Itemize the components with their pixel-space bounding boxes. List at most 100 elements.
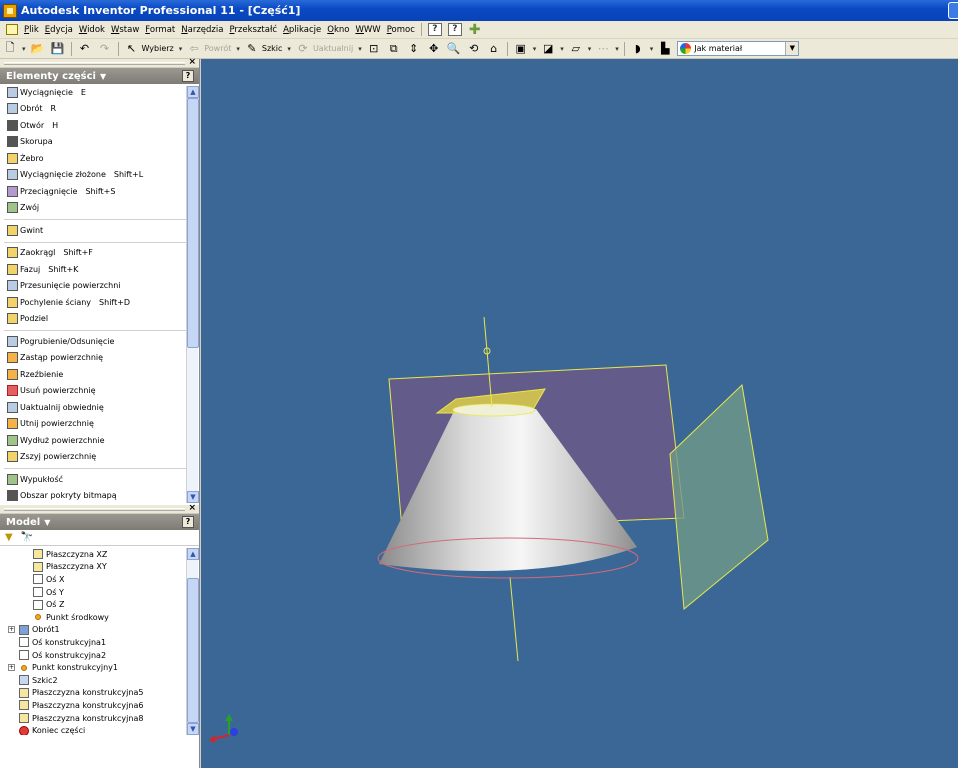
menu-pomoc[interactable]: Pomoc bbox=[384, 25, 418, 35]
shadow-icon[interactable]: ◪ bbox=[540, 41, 556, 57]
features-panel-header[interactable]: Elementy części ▼ ? bbox=[0, 68, 199, 84]
feature-extend-surface[interactable]: Wydłuż powierzchnie bbox=[0, 432, 199, 449]
feature-shell[interactable]: Skorupa bbox=[0, 134, 199, 151]
undo-icon[interactable]: ↶ bbox=[77, 41, 93, 57]
redo-icon[interactable]: ↷ bbox=[97, 41, 113, 57]
tree-node[interactable]: Oś Y bbox=[0, 586, 199, 599]
display-mode-icon[interactable]: ▣ bbox=[513, 41, 529, 57]
feature-thread[interactable]: Gwint bbox=[0, 222, 199, 239]
look-at-icon[interactable]: ⌂ bbox=[486, 41, 502, 57]
model-panel-header[interactable]: Model ▼ ? bbox=[0, 514, 199, 530]
tree-node[interactable]: + Obrót1 bbox=[0, 624, 199, 637]
tree-node[interactable]: Oś konstrukcyjna1 bbox=[0, 636, 199, 649]
scroll-up-icon[interactable]: ▲ bbox=[187, 86, 199, 98]
menu-edycja[interactable]: Edycja bbox=[42, 25, 76, 35]
feature-decal[interactable]: Wypukłość bbox=[0, 471, 199, 488]
menu-wstaw[interactable]: Wstaw bbox=[108, 25, 142, 35]
feature-sweep[interactable]: Przeciągnięcie Shift+S bbox=[0, 183, 199, 200]
feature-stitch[interactable]: Zszyj powierzchnię bbox=[0, 449, 199, 466]
close-icon[interactable]: × bbox=[188, 57, 196, 67]
update-dropdown-icon[interactable]: ▾ bbox=[358, 45, 362, 53]
select-icon[interactable]: ↖ bbox=[124, 41, 140, 57]
feature-emboss[interactable]: Rzeźbienie bbox=[0, 366, 199, 383]
chevron-down-icon[interactable]: ▼ bbox=[44, 518, 50, 527]
scroll-thumb[interactable] bbox=[187, 578, 199, 723]
update-icon[interactable]: ⟳ bbox=[295, 41, 311, 57]
menu-przeksztalc[interactable]: Przekształć bbox=[226, 25, 280, 35]
rotate-icon[interactable]: ⟲ bbox=[466, 41, 482, 57]
expand-icon[interactable]: + bbox=[8, 664, 15, 672]
feature-face-tilt[interactable]: Pochylenie ściany Shift+D bbox=[0, 294, 199, 311]
grid-dropdown-icon[interactable]: ▾ bbox=[615, 45, 619, 53]
chevron-down-icon[interactable]: ▼ bbox=[785, 42, 799, 55]
tree-node[interactable]: Płaszczyzna konstrukcyjna6 bbox=[0, 699, 199, 712]
tree-node[interactable]: Płaszczyzna konstrukcyjna8 bbox=[0, 712, 199, 725]
tree-node[interactable]: Płaszczyzna konstrukcyjna5 bbox=[0, 687, 199, 700]
tree-node[interactable]: Koniec części bbox=[0, 724, 199, 735]
analysis-icon[interactable]: ▙ bbox=[657, 41, 673, 57]
whats-this-icon[interactable]: ? bbox=[447, 23, 462, 36]
sketch-dropdown-icon[interactable]: ▾ bbox=[287, 45, 291, 53]
feature-split[interactable]: Podziel bbox=[0, 311, 199, 328]
new-file-icon[interactable]: 🗋 bbox=[2, 41, 18, 57]
menu-widok[interactable]: Widok bbox=[76, 25, 108, 35]
open-folder-icon[interactable]: 📂 bbox=[30, 41, 46, 57]
inventor-app-icon[interactable] bbox=[3, 3, 17, 18]
section-icon[interactable]: ◗ bbox=[630, 41, 646, 57]
help-icon[interactable]: ? bbox=[182, 70, 194, 82]
return-dropdown-icon[interactable]: ▾ bbox=[236, 45, 240, 53]
shadow-dropdown-icon[interactable]: ▾ bbox=[560, 45, 564, 53]
work-plane-side[interactable] bbox=[669, 383, 769, 610]
camera-dropdown-icon[interactable]: ▾ bbox=[588, 45, 592, 53]
feature-rib[interactable]: Żebro bbox=[0, 150, 199, 167]
window-controls-button[interactable] bbox=[948, 2, 958, 19]
feature-bitmap[interactable]: Obszar pokryty bitmapą bbox=[0, 488, 199, 505]
save-icon[interactable]: 💾 bbox=[50, 41, 66, 57]
feature-replace-face[interactable]: Zastąp powierzchnię bbox=[0, 350, 199, 367]
help-icon[interactable]: ? bbox=[427, 23, 442, 36]
menu-plik[interactable]: Plik bbox=[21, 25, 42, 35]
menu-aplikacje[interactable]: Aplikacje bbox=[280, 25, 324, 35]
expand-icon[interactable]: + bbox=[8, 626, 15, 634]
feature-hole[interactable]: Otwór H bbox=[0, 117, 199, 134]
new-dropdown-icon[interactable]: ▾ bbox=[22, 45, 26, 53]
filter-icon[interactable]: ▼ bbox=[5, 532, 13, 543]
sketch-icon[interactable]: ✎ bbox=[244, 41, 260, 57]
feature-extrude[interactable]: Wyciągnięcie E bbox=[0, 84, 199, 101]
panel-grip[interactable]: × bbox=[0, 503, 199, 514]
construction-axis-lower[interactable] bbox=[509, 576, 519, 662]
chevron-down-icon[interactable]: ▼ bbox=[100, 72, 106, 81]
feature-chamfer[interactable]: Fazuj Shift+K bbox=[0, 261, 199, 278]
select-button[interactable]: Wybierz bbox=[142, 44, 174, 53]
camera-icon[interactable]: ▱ bbox=[568, 41, 584, 57]
model-scene[interactable] bbox=[201, 59, 958, 768]
zoom-icon[interactable]: ⇕ bbox=[406, 41, 422, 57]
pan-icon[interactable]: ✥ bbox=[426, 41, 442, 57]
features-scrollbar[interactable]: ▲ ▼ bbox=[186, 86, 199, 503]
zoom-selected-icon[interactable]: 🔍 bbox=[446, 41, 462, 57]
document-icon[interactable] bbox=[6, 24, 18, 35]
feature-thicken[interactable]: Pogrubienie/Odsunięcie bbox=[0, 333, 199, 350]
menu-format[interactable]: Format bbox=[142, 25, 178, 35]
tree-node[interactable]: Płaszczyzna XY bbox=[0, 561, 199, 574]
close-icon[interactable]: × bbox=[188, 503, 196, 513]
zoom-all-icon[interactable]: ⊡ bbox=[366, 41, 382, 57]
tree-node[interactable]: Punkt środkowy bbox=[0, 611, 199, 624]
graphics-viewport[interactable] bbox=[201, 59, 958, 768]
menu-www[interactable]: WWW bbox=[352, 25, 383, 35]
feature-update-boundary[interactable]: Uaktualnij obwiednię bbox=[0, 399, 199, 416]
scroll-down-icon[interactable]: ▼ bbox=[187, 491, 199, 503]
panel-grip[interactable]: × bbox=[0, 57, 199, 68]
feature-coil[interactable]: Zwój bbox=[0, 200, 199, 217]
select-dropdown-icon[interactable]: ▾ bbox=[179, 45, 183, 53]
sketch-button[interactable]: Szkic bbox=[262, 44, 283, 53]
return-icon[interactable]: ⇦ bbox=[186, 41, 202, 57]
tree-node[interactable]: + Punkt konstrukcyjny1 bbox=[0, 661, 199, 674]
help-icon[interactable]: ? bbox=[182, 516, 194, 528]
add-icon[interactable]: ✚ bbox=[469, 22, 481, 38]
return-button[interactable]: Powrót bbox=[204, 44, 231, 53]
model-scrollbar[interactable]: ▲ ▼ bbox=[186, 548, 199, 735]
scroll-down-icon[interactable]: ▼ bbox=[187, 723, 199, 735]
tree-node[interactable]: Oś konstrukcyjna2 bbox=[0, 649, 199, 662]
menu-narzedzia[interactable]: Narzędzia bbox=[178, 25, 226, 35]
